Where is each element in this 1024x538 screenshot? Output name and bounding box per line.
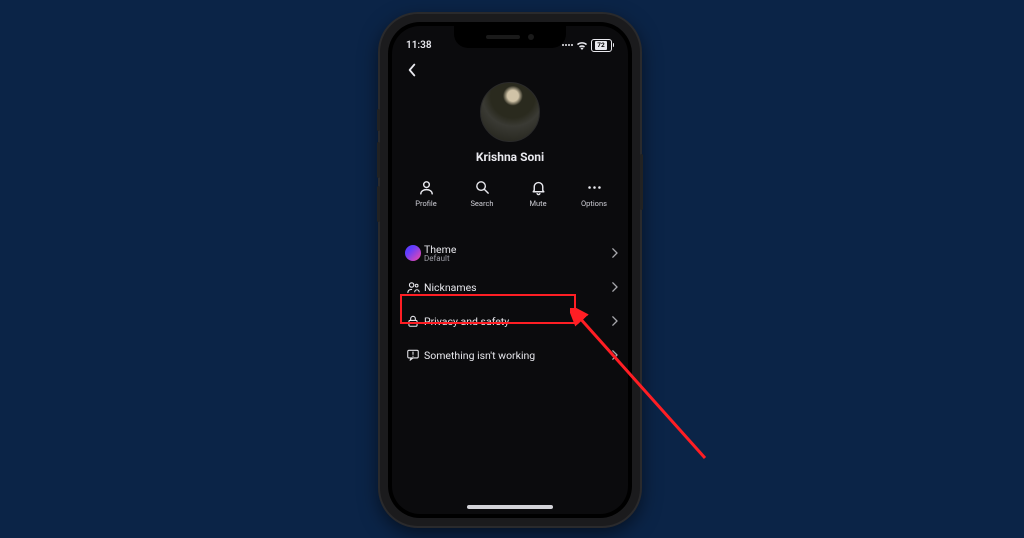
- action-label: Options: [581, 199, 607, 208]
- row-label: Nicknames: [424, 281, 602, 294]
- row-nicknames[interactable]: Nicknames: [402, 270, 618, 304]
- home-indicator[interactable]: [467, 505, 553, 509]
- phone-bezel: 11:38 72: [388, 22, 632, 518]
- theme-swatch-icon: [402, 245, 424, 261]
- cellular-dots-icon: [562, 44, 573, 46]
- phone-screen: 11:38 72: [392, 26, 628, 514]
- action-label: Profile: [415, 199, 436, 208]
- chevron-right-icon: [602, 248, 618, 258]
- lock-icon: [402, 314, 424, 328]
- row-label: Something isn't working: [424, 349, 602, 362]
- chevron-left-icon: [406, 63, 418, 77]
- bell-icon: [529, 178, 547, 196]
- row-something-not-working[interactable]: Something isn't working: [402, 338, 618, 372]
- report-icon: [402, 348, 424, 362]
- action-search[interactable]: Search: [462, 178, 502, 208]
- nickname-icon: [402, 280, 424, 295]
- header: [392, 56, 628, 84]
- row-privacy-safety[interactable]: Privacy and safety: [402, 304, 618, 338]
- settings-list: Theme Default Nicknames: [402, 236, 618, 372]
- chevron-right-icon: [602, 350, 618, 360]
- status-right: 72: [562, 39, 615, 52]
- chevron-right-icon: [602, 282, 618, 292]
- row-sublabel: Default: [424, 254, 602, 263]
- status-bar: 11:38 72: [392, 26, 628, 58]
- phone-frame: 11:38 72: [380, 14, 640, 526]
- person-icon: [417, 178, 435, 196]
- profile-section: Krishna Soni: [392, 82, 628, 164]
- row-label: Privacy and safety: [424, 315, 602, 328]
- quick-actions: Profile Search Mute: [392, 178, 628, 208]
- action-label: Mute: [529, 199, 546, 208]
- action-options[interactable]: Options: [574, 178, 614, 208]
- status-time: 11:38: [406, 40, 432, 51]
- battery-icon: 72: [591, 39, 615, 52]
- phone-side-button: [377, 142, 380, 178]
- back-button[interactable]: [402, 60, 422, 80]
- action-label: Search: [470, 199, 493, 208]
- phone-side-button: [377, 186, 380, 222]
- more-icon: [585, 178, 603, 196]
- action-profile[interactable]: Profile: [406, 178, 446, 208]
- avatar[interactable]: [480, 82, 540, 142]
- profile-name: Krishna Soni: [476, 150, 544, 164]
- wifi-icon: [576, 41, 588, 50]
- row-theme[interactable]: Theme Default: [402, 236, 618, 270]
- search-icon: [473, 178, 491, 196]
- action-mute[interactable]: Mute: [518, 178, 558, 208]
- page-stage: 11:38 72: [0, 0, 1024, 538]
- phone-side-button: [377, 109, 380, 131]
- phone-side-button: [640, 154, 643, 210]
- chevron-right-icon: [602, 316, 618, 326]
